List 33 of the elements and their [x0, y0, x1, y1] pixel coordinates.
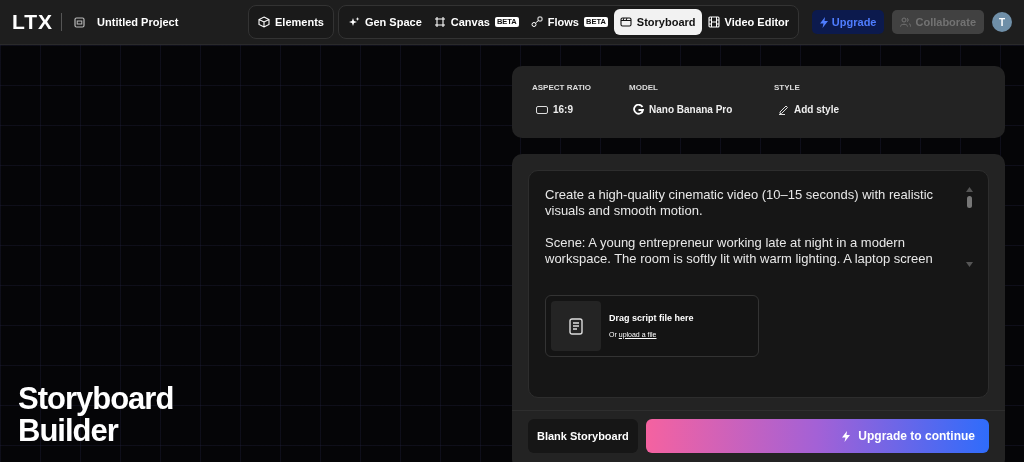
setting-value[interactable]: 16:9	[536, 102, 573, 117]
users-icon	[900, 17, 912, 27]
logo[interactable]: LTX	[12, 6, 54, 38]
setting-value[interactable]: Add style	[778, 102, 839, 117]
nav-tab[interactable]: Storyboard	[613, 8, 702, 36]
g-logo-icon	[633, 104, 644, 115]
setting-label: STYLE	[774, 82, 801, 94]
prompt-field[interactable]: Create a high-quality cinematic video (10–15 seconds) with realistic visuals and smooth motion. Scene: A young entrepreneur working late at night in a modern workspace. The room is softly lit with warm lighting. A laptop screen	[545, 187, 967, 287]
clapperboard-icon	[619, 16, 632, 28]
scroll-up-icon[interactable]	[966, 187, 973, 192]
cube-icon	[258, 16, 270, 28]
ratio-icon	[536, 105, 548, 114]
nav-tab[interactable]: Gen Space	[341, 8, 428, 36]
scroll-down-icon[interactable]	[966, 262, 973, 267]
lightning-icon	[842, 430, 851, 442]
upload-title: Drag script file here	[609, 312, 694, 325]
pen-icon	[778, 104, 789, 115]
upgrade-button[interactable]: Upgrade	[811, 9, 885, 35]
setting-value[interactable]: Nano Banana Pro	[633, 102, 733, 117]
lightning-icon	[819, 16, 828, 28]
setting-label: MODEL	[629, 82, 659, 94]
scrollbar-thumb[interactable]	[967, 196, 972, 208]
setting-label: ASPECT RATIO	[532, 82, 592, 94]
blank-storyboard-button[interactable]: Blank Storyboard	[528, 419, 638, 453]
nav-tab[interactable]: Video Editor	[701, 8, 796, 36]
crop-icon	[433, 16, 446, 28]
project-title[interactable]: Untitled Project	[97, 13, 179, 31]
nodes-icon	[530, 16, 543, 28]
project-icon	[74, 16, 86, 28]
film-icon	[707, 16, 720, 28]
page-title: Storyboard Builder	[18, 382, 175, 448]
upgrade-to-continue-button[interactable]: Upgrade to continue	[645, 419, 989, 453]
document-icon	[569, 317, 583, 335]
